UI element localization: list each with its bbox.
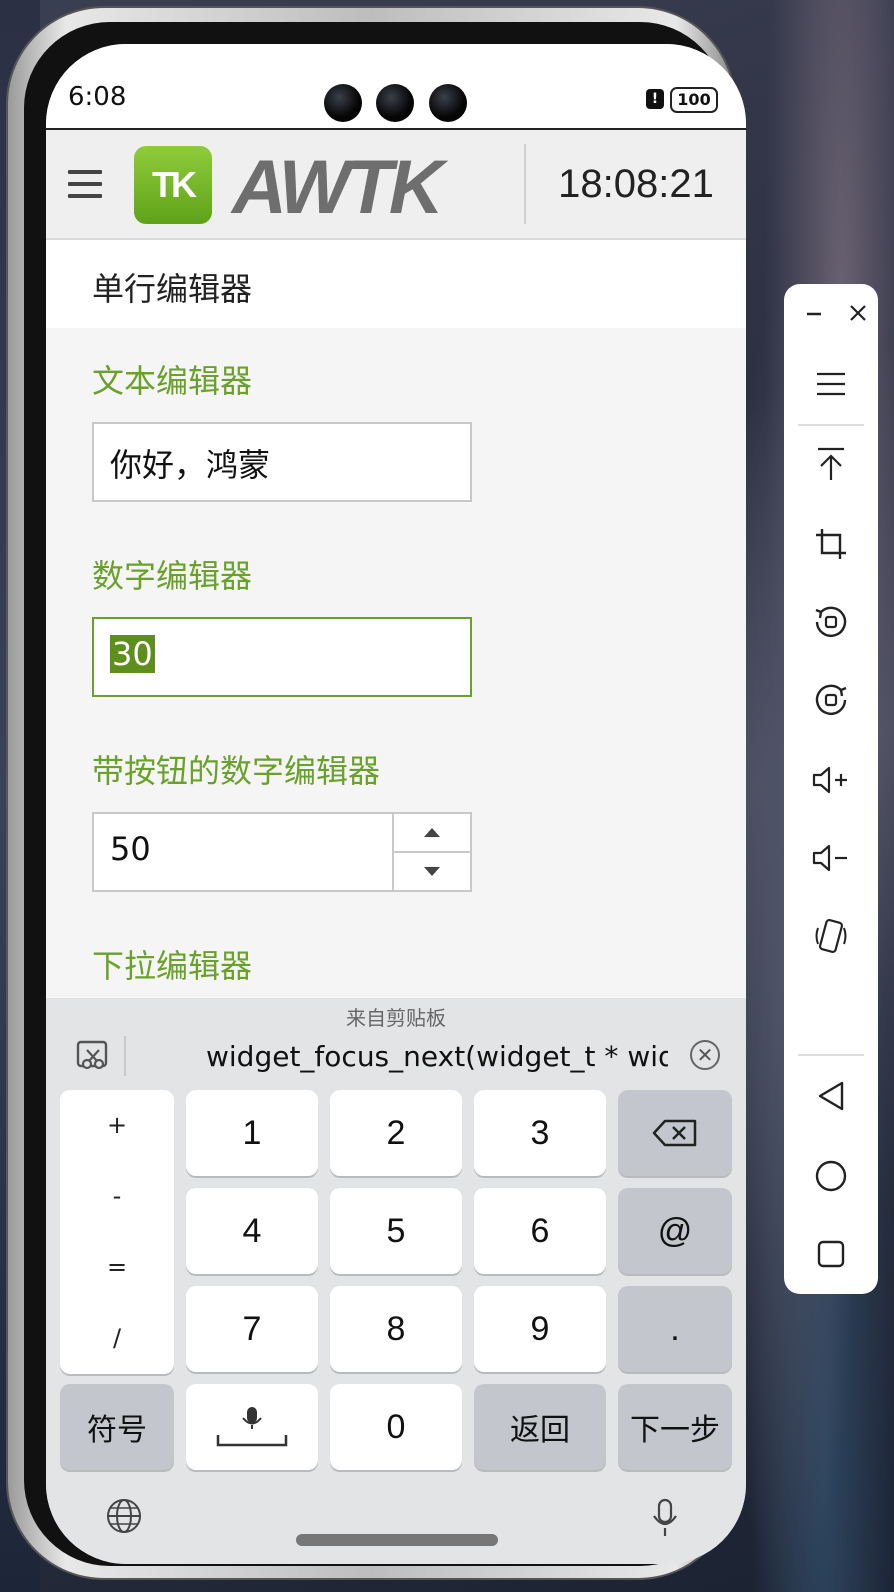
panel-rotate-left-button[interactable] [784,592,878,652]
next-key[interactable]: 下一步 [618,1384,732,1470]
spin-down-button[interactable] [394,853,470,890]
close-icon[interactable]: ✕ [690,1040,720,1070]
home-indicator[interactable] [296,1534,498,1546]
spin-editor-label: 带按钮的数字编辑器 [92,752,381,790]
key-5[interactable]: 5 [330,1188,462,1274]
symbol-column: + - = / [60,1090,174,1374]
spin-editor-input[interactable]: 50 [92,812,472,892]
symbols-key[interactable]: 符号 [60,1384,174,1470]
awtk-logo: AWTK [232,145,444,230]
minus-key[interactable]: - [60,1161,174,1232]
dropdown-editor-label: 下拉编辑器 [92,947,253,985]
panel-separator [798,424,864,426]
space-mic-icon [216,1407,288,1447]
rotate-left-icon [815,606,847,637]
volume-down-icon [812,844,847,872]
menu-icon [817,372,845,396]
key-9[interactable]: 9 [474,1286,606,1372]
key-1[interactable]: 1 [186,1090,318,1176]
globe-icon[interactable] [106,1498,142,1534]
status-bar: 6:08 ! 100 [46,44,746,130]
camera-lens-icon [324,84,362,122]
key-8[interactable]: 8 [330,1286,462,1372]
volume-up-icon [812,766,847,794]
space-key[interactable] [186,1384,318,1470]
dot-key[interactable]: . [618,1286,732,1372]
panel-pin-top-button[interactable] [784,434,878,494]
crop-icon [816,529,846,559]
camera-lens-icon [376,84,414,122]
back-triangle-icon [818,1081,844,1111]
microphone-icon[interactable] [652,1498,678,1538]
rotate-right-icon [815,684,847,715]
key-7[interactable]: 7 [186,1286,318,1372]
pin-top-icon [818,447,844,480]
phone-bezel: 6:08 ! 100 TK AWTK 18:08:21 单行编辑器 文本编辑器 … [24,22,746,1566]
return-key[interactable]: 返回 [474,1384,606,1470]
panel-crop-button[interactable] [784,514,878,574]
key-3[interactable]: 3 [474,1090,606,1176]
panel-separator [798,1054,864,1056]
panel-recents-button[interactable] [784,1224,878,1284]
phone-screen: 6:08 ! 100 TK AWTK 18:08:21 单行编辑器 文本编辑器 … [46,44,746,1564]
spin-editor-value: 50 [110,830,151,868]
at-key[interactable]: @ [618,1188,732,1274]
clipboard-title: 来自剪贴板 [346,1006,446,1030]
key-2[interactable]: 2 [330,1090,462,1176]
emulator-side-panel [784,284,878,1294]
equals-key[interactable]: = [60,1232,174,1303]
arrow-down-icon [424,867,440,876]
text-editor-value: 你好，鸿蒙 [110,446,271,484]
panel-controls-icon [807,305,866,321]
home-circle-icon [815,1160,847,1192]
panel-volume-up-button[interactable] [784,750,878,810]
number-editor-label: 数字编辑器 [92,557,253,595]
text-editor-input[interactable]: 你好，鸿蒙 [92,422,472,502]
plus-key[interactable]: + [60,1090,174,1161]
key-0[interactable]: 0 [330,1384,462,1470]
panel-rotate-right-button[interactable] [784,670,878,730]
phone-frame: 6:08 ! 100 TK AWTK 18:08:21 单行编辑器 文本编辑器 … [8,8,746,1578]
clipboard-suggestion[interactable]: widget_focus_next(widget_t * widget) [206,1040,668,1073]
menu-icon[interactable] [68,170,102,200]
clipboard-divider [124,1036,126,1076]
recents-square-icon [817,1240,845,1268]
clipboard-icon[interactable] [76,1038,110,1072]
soft-keyboard: 来自剪贴板 widget_focus_next(widget_t * widge… [46,998,746,1564]
selected-text: 30 [110,635,155,673]
number-editor-value: 30 [110,635,155,673]
arrow-up-icon [424,828,440,837]
alert-icon: ! [646,89,664,109]
tk-logo: TK [134,146,212,224]
text-editor-label: 文本编辑器 [92,362,253,400]
panel-home-button[interactable] [784,1146,878,1206]
panel-shake-button[interactable] [784,906,878,966]
header-divider [524,144,526,224]
camera-lens-icon [429,84,467,122]
backspace-key[interactable] [618,1090,732,1176]
page-title: 单行编辑器 [92,270,253,308]
status-time: 6:08 [68,82,127,112]
shake-phone-icon [815,919,847,953]
number-editor-input[interactable]: 30 [92,617,472,697]
spin-up-button[interactable] [394,814,470,853]
panel-back-button[interactable] [784,1066,878,1126]
key-4[interactable]: 4 [186,1188,318,1274]
backspace-icon [652,1119,697,1147]
key-6[interactable]: 6 [474,1188,606,1274]
panel-menu-button[interactable] [784,354,878,414]
app-header: TK AWTK 18:08:21 [46,130,746,240]
panel-window-controls [784,284,878,344]
page-title-bar: 单行编辑器 [46,240,746,328]
slash-key[interactable]: / [60,1303,174,1374]
header-clock: 18:08:21 [558,162,714,206]
spin-buttons [392,814,470,890]
battery-icon: 100 [670,87,718,113]
panel-volume-down-button[interactable] [784,828,878,888]
